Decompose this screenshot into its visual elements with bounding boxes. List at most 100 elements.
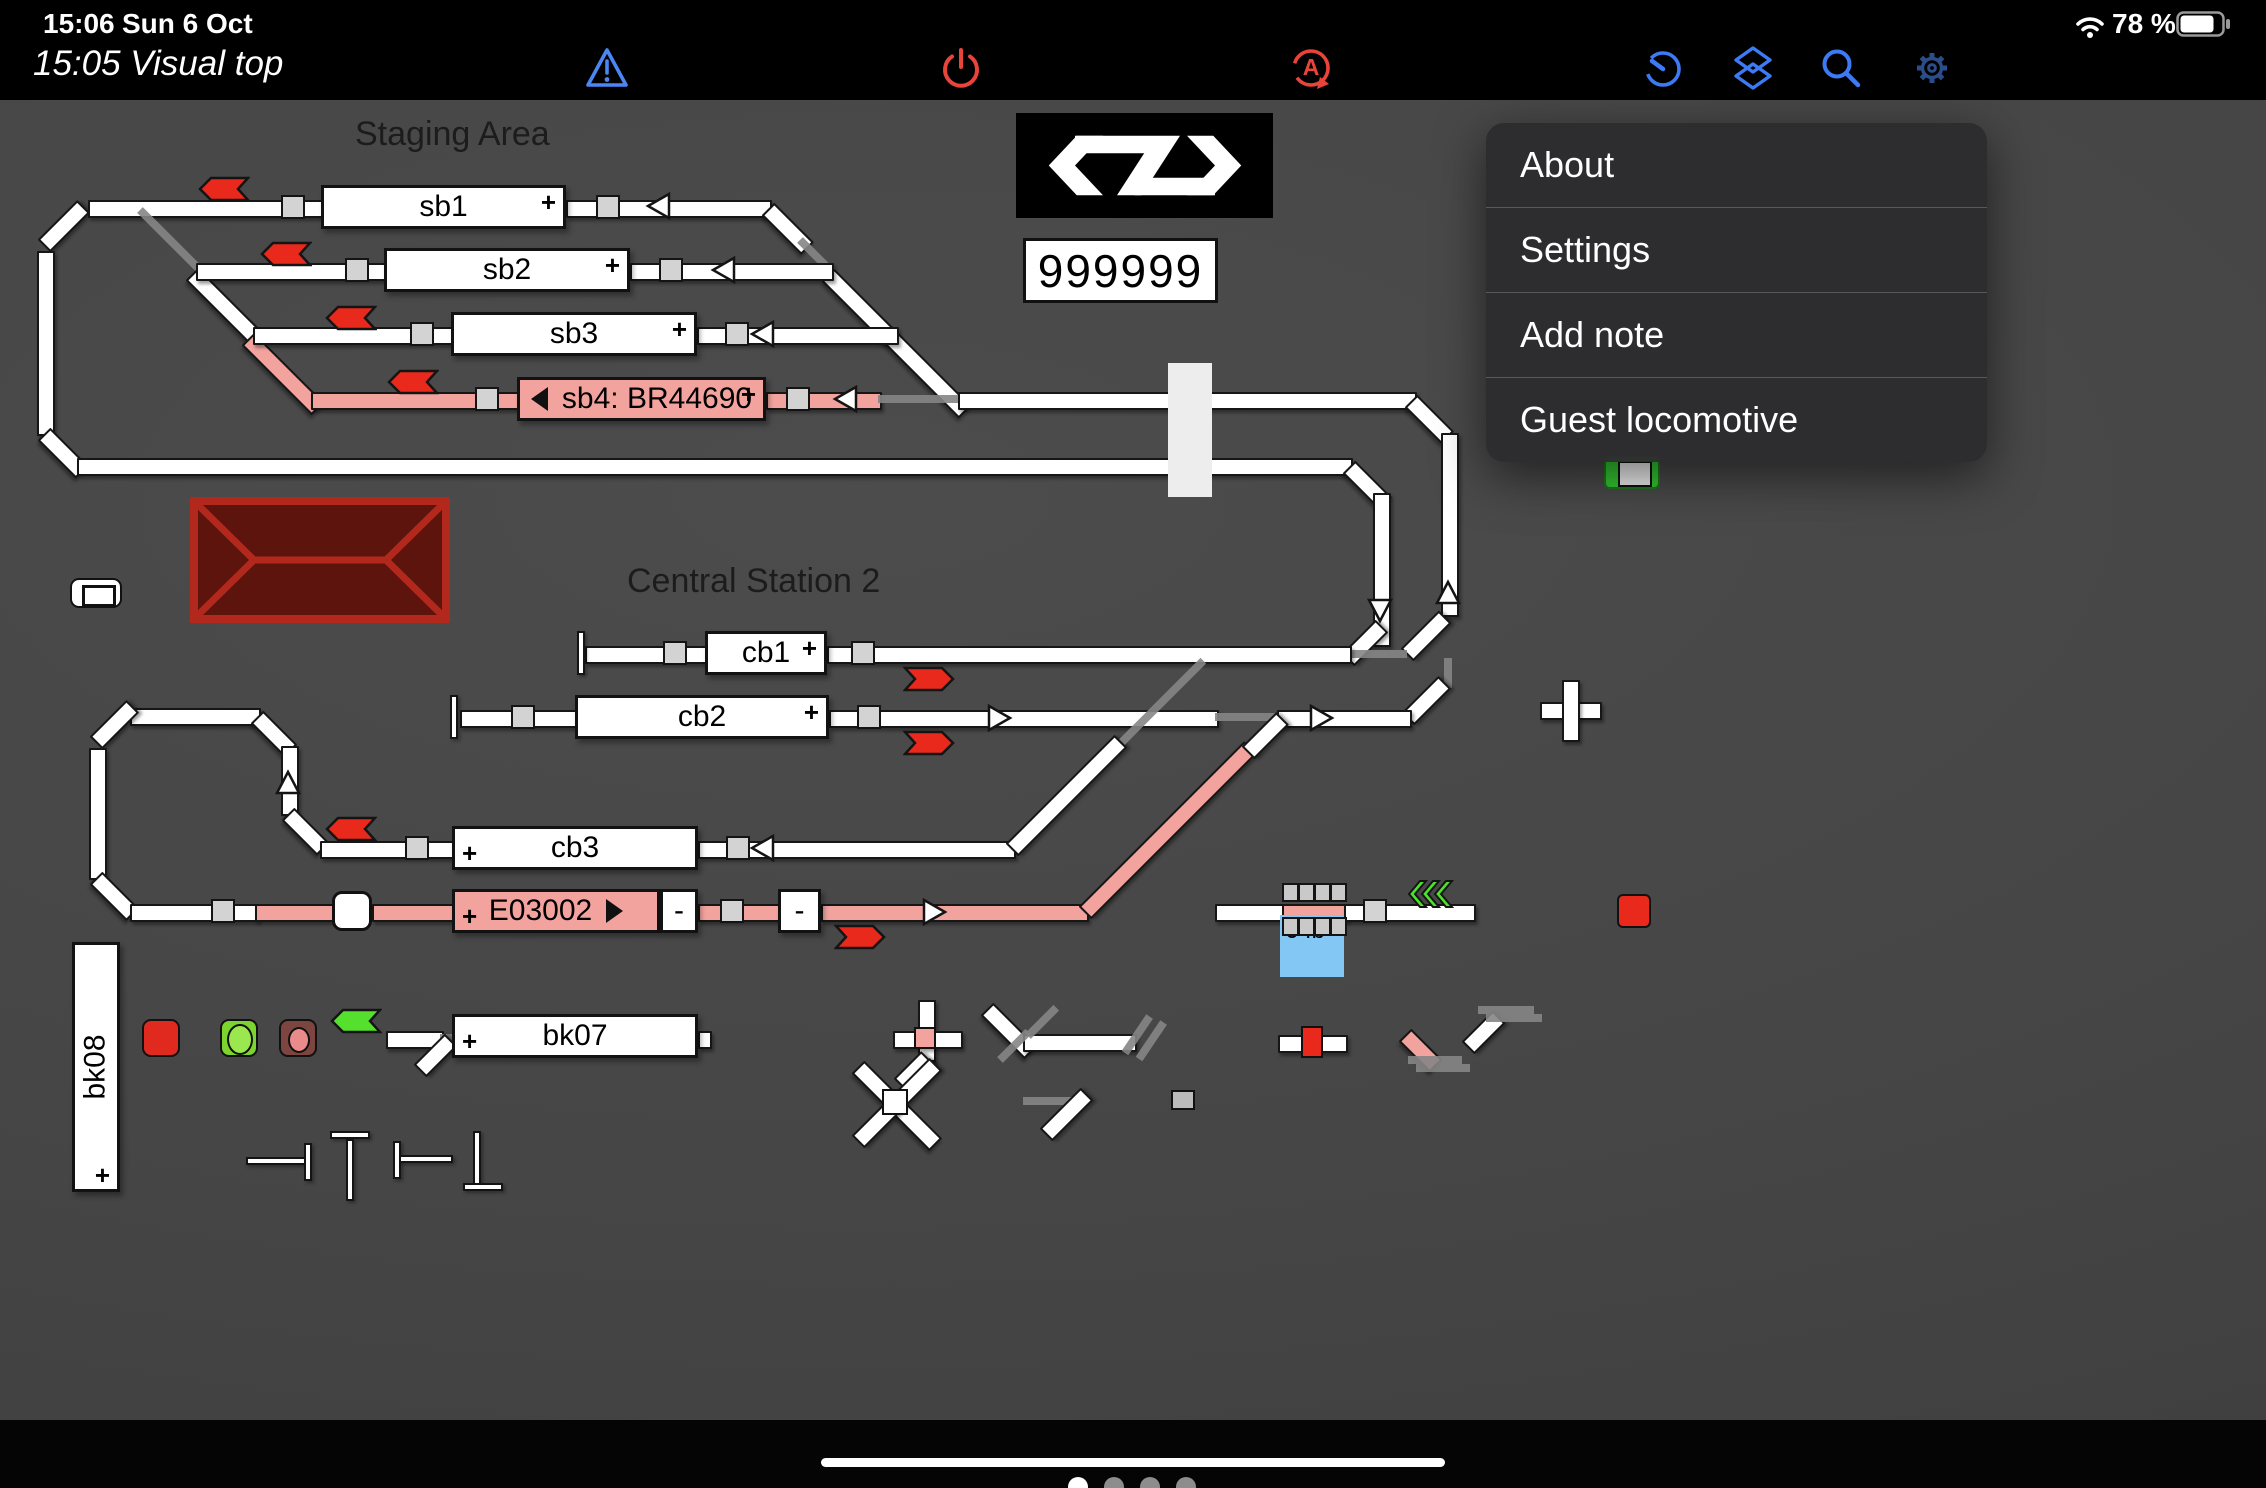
track-segment xyxy=(1215,904,1286,922)
fb-port[interactable] xyxy=(1314,917,1331,936)
feedback-sensor[interactable] xyxy=(725,322,749,346)
fb-port[interactable] xyxy=(1282,883,1299,902)
signal-flag-red-left[interactable] xyxy=(387,369,439,395)
feedback-sensor[interactable] xyxy=(720,899,744,923)
block-cb2[interactable]: + cb2 xyxy=(575,695,829,739)
block-sb3[interactable]: + sb3 xyxy=(451,312,697,356)
turnout-ghost xyxy=(1478,1006,1534,1014)
buffer-stop xyxy=(399,1155,453,1163)
sensor-standalone[interactable] xyxy=(1171,1090,1195,1110)
signal-flag-red-right[interactable] xyxy=(903,666,955,692)
feedback-sensor[interactable] xyxy=(659,258,683,282)
menu-item-add-note[interactable]: Add note xyxy=(1486,292,1987,377)
page-dot[interactable] xyxy=(1176,1477,1196,1488)
wait-marker[interactable]: - xyxy=(778,889,821,933)
fb-port[interactable] xyxy=(1314,883,1331,902)
feedback-sensor[interactable] xyxy=(345,258,369,282)
crossing-plus[interactable] xyxy=(1562,680,1580,742)
signal-flag-red-left[interactable] xyxy=(198,176,250,202)
search-icon[interactable] xyxy=(1817,44,1865,92)
direction-arrow-left[interactable] xyxy=(749,834,775,862)
menu-item-guest-locomotive[interactable]: Guest locomotive xyxy=(1486,377,1987,462)
fb-port[interactable] xyxy=(1282,917,1299,936)
signal-flag-red-right[interactable] xyxy=(903,730,955,756)
direction-arrow-left[interactable] xyxy=(645,192,671,220)
train-direction-icon xyxy=(606,899,623,923)
direction-arrow-left[interactable] xyxy=(832,385,858,413)
depot-building xyxy=(190,497,450,623)
fb-port[interactable] xyxy=(1330,917,1347,936)
feedback-sensor[interactable] xyxy=(1363,899,1387,923)
direction-arrow-right[interactable] xyxy=(1309,704,1335,732)
feedback-sensor[interactable] xyxy=(211,899,235,923)
fb-port[interactable] xyxy=(1298,883,1315,902)
signal-button-red[interactable] xyxy=(142,1019,180,1057)
page-dot[interactable] xyxy=(1140,1477,1160,1488)
block-plus: + xyxy=(462,1028,477,1054)
settings-gear-icon[interactable] xyxy=(1908,44,1956,92)
feedback-sensor[interactable] xyxy=(405,836,429,860)
block-plus: + xyxy=(804,699,819,725)
warning-icon[interactable] xyxy=(583,44,631,92)
direction-arrow-left[interactable] xyxy=(749,320,775,348)
track-segment xyxy=(585,646,709,664)
crossing-center[interactable] xyxy=(882,1089,908,1115)
power-icon[interactable] xyxy=(937,44,985,92)
crossing-center-occupied[interactable] xyxy=(914,1027,936,1049)
feedback-sensor[interactable] xyxy=(786,387,810,411)
block-sb2[interactable]: + sb2 xyxy=(384,248,630,292)
signal-flag-green-left[interactable] xyxy=(330,1008,382,1034)
fb-port[interactable] xyxy=(1330,883,1347,902)
feedback-sensor[interactable] xyxy=(726,836,750,860)
signal-flag-red-left[interactable] xyxy=(325,816,377,842)
feedback-sensor[interactable] xyxy=(663,641,687,665)
signal-flag-red-left[interactable] xyxy=(260,241,312,267)
signal-button-dim[interactable] xyxy=(279,1019,317,1057)
block-sb4-occupied[interactable]: + sb4: BR44690 xyxy=(517,377,766,421)
stop-indicator[interactable] xyxy=(1617,894,1651,928)
direction-arrow-right[interactable] xyxy=(987,704,1013,732)
direction-arrow-down[interactable] xyxy=(1367,597,1393,625)
block-cb3[interactable]: + cb3 xyxy=(452,826,698,870)
fb-port[interactable] xyxy=(1298,917,1315,936)
page-indicator[interactable] xyxy=(1068,1477,1196,1488)
auto-letter: A xyxy=(1287,54,1335,81)
block-e03002-occupied[interactable]: + E03002 xyxy=(452,889,660,933)
vehicle-marker[interactable] xyxy=(332,891,372,931)
feedback-sensor[interactable] xyxy=(281,195,305,219)
direction-arrow-up[interactable] xyxy=(1435,578,1461,606)
block-sb1[interactable]: + sb1 xyxy=(321,185,566,229)
direction-arrow-left[interactable] xyxy=(710,256,736,284)
turnout-segment[interactable] xyxy=(1006,735,1128,857)
page-dot-active[interactable] xyxy=(1068,1477,1088,1488)
block-bk08[interactable]: + bk08 xyxy=(72,942,120,1192)
menu-item-about[interactable]: About xyxy=(1486,123,1987,207)
feedback-sensor[interactable] xyxy=(475,387,499,411)
status-bar: 15:06 Sun 6 Oct 78 % xyxy=(0,0,2266,42)
feedback-sensor[interactable] xyxy=(410,322,434,346)
wait-marker[interactable]: - xyxy=(660,889,698,933)
turnout-segment[interactable] xyxy=(1040,1088,1094,1142)
speed-chevrons-green xyxy=(1408,878,1462,910)
auto-mode-icon[interactable]: A xyxy=(1287,44,1335,92)
speedometer-icon[interactable] xyxy=(1639,44,1687,92)
signal-flag-red-right[interactable] xyxy=(834,924,886,950)
direction-arrow-right[interactable] xyxy=(922,898,948,926)
uncoupler-red[interactable] xyxy=(1301,1026,1323,1058)
feedback-sensor[interactable] xyxy=(511,705,535,729)
signal-flag-red-left[interactable] xyxy=(325,305,377,331)
feedback-sensor[interactable] xyxy=(857,705,881,729)
decoupler-button[interactable] xyxy=(70,578,122,608)
page-dot[interactable] xyxy=(1104,1477,1124,1488)
layers-icon[interactable] xyxy=(1729,44,1777,92)
feedback-sensor[interactable] xyxy=(851,641,875,665)
home-indicator[interactable] xyxy=(821,1458,1445,1467)
track-corner xyxy=(1401,610,1452,661)
menu-item-settings[interactable]: Settings xyxy=(1486,207,1987,292)
direction-arrow-up[interactable] xyxy=(275,768,301,796)
feedback-sensor[interactable] xyxy=(596,195,620,219)
signal-button-green[interactable] xyxy=(220,1019,258,1057)
buffer-stop xyxy=(330,1131,370,1139)
block-cb1[interactable]: + cb1 xyxy=(705,631,827,675)
block-bk07[interactable]: + bk07 xyxy=(452,1014,698,1058)
